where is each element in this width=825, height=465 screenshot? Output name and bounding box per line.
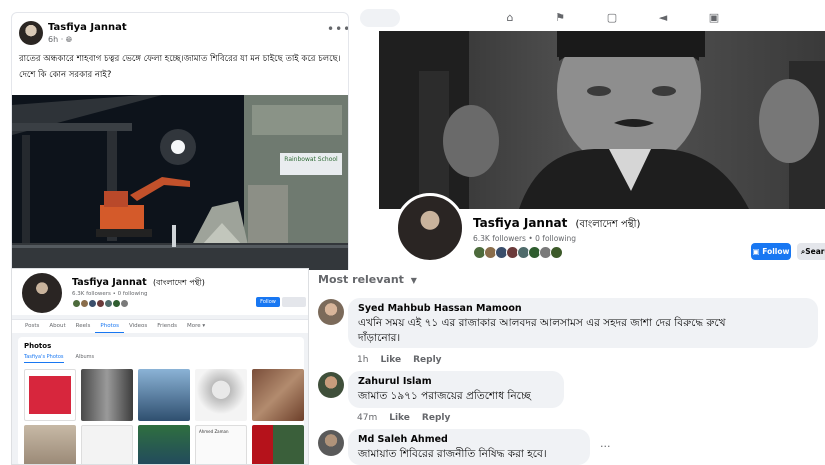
comment-text: দাঁড়ানোর। bbox=[358, 332, 401, 344]
photo-sign-text: Rainbowat School bbox=[284, 156, 338, 163]
follow-label: Follow bbox=[762, 247, 790, 256]
globe-icon: 🌐︎ bbox=[65, 35, 73, 44]
tab-friends[interactable]: Friends bbox=[152, 320, 182, 333]
follower-avatar[interactable] bbox=[550, 246, 563, 259]
photo-thumbnail[interactable] bbox=[252, 425, 304, 464]
follower-stats[interactable]: 6.3K followers • 0 following bbox=[72, 291, 148, 297]
follower-avatar[interactable] bbox=[120, 299, 129, 308]
photo-thumbnail[interactable] bbox=[138, 369, 190, 421]
follower-avatars[interactable] bbox=[473, 246, 563, 260]
follow-button[interactable]: ▣ Follow bbox=[751, 243, 791, 260]
profile-name-text: Tasfiya Jannat bbox=[72, 277, 147, 288]
gaming-icon[interactable]: ▣ bbox=[706, 10, 722, 26]
comment-author[interactable]: Syed Mahbub Hassan Mamoon bbox=[358, 303, 808, 314]
post-photo[interactable]: Rainbowat School bbox=[12, 95, 348, 277]
profile-tabs: Posts About Reels Photos Videos Friends … bbox=[12, 319, 308, 333]
comments-panel: Most relevant ▼ Syed Mahbub Hassan Mamoo… bbox=[309, 270, 825, 465]
night-demolition-scene: Rainbowat School bbox=[12, 95, 348, 277]
comment-time[interactable]: 47m bbox=[357, 413, 377, 423]
follower-avatars[interactable] bbox=[72, 299, 129, 308]
flag-icon[interactable]: ⚑ bbox=[552, 10, 568, 26]
post-card: Tasfiya Jannat 6h · 🌐︎ ••• রাতের অন্ধকার… bbox=[11, 12, 349, 278]
marketplace-icon[interactable]: ▢ bbox=[604, 10, 620, 26]
commenter-avatar[interactable] bbox=[318, 372, 344, 398]
follower-stats[interactable]: 6.3K followers • 0 following bbox=[473, 234, 576, 243]
search-button[interactable]: ⌕Search bbox=[797, 243, 825, 260]
profile-name-suffix: (বাংলাদেশ পন্থী) bbox=[575, 219, 641, 230]
follow-icon: ▣ bbox=[752, 247, 763, 256]
post-timestamp[interactable]: 6h · 🌐︎ bbox=[48, 35, 72, 45]
comment-bubble: Syed Mahbub Hassan Mamoon এখনি সময় এই ৭… bbox=[348, 298, 818, 348]
top-navigation-bar: ⌂ ⚑ ▢ ◄ ▣ bbox=[352, 5, 825, 31]
photo-thumbnail[interactable] bbox=[195, 369, 247, 421]
more-horizontal-icon[interactable]: ··· bbox=[600, 440, 611, 453]
photo-thumbnail[interactable]: Ahmed Zaman bbox=[195, 425, 247, 464]
tab-reels[interactable]: Reels bbox=[71, 320, 96, 333]
search-button[interactable] bbox=[282, 297, 306, 307]
photo-thumbnail[interactable] bbox=[24, 425, 76, 464]
post-author-avatar[interactable] bbox=[19, 21, 43, 45]
comment-actions: 1h Like Reply bbox=[357, 355, 442, 365]
post-author-name[interactable]: Tasfiya Jannat bbox=[48, 22, 127, 33]
home-icon[interactable]: ⌂ bbox=[502, 10, 518, 26]
photos-subtabs: Tasfiya's Photos Albums bbox=[24, 354, 106, 363]
comment-time[interactable]: 1h bbox=[357, 355, 368, 365]
comment-text: এখনি সময় এই ৭১ এর রাজাকার আলবদর আলসামস … bbox=[358, 317, 726, 329]
commenter-avatar[interactable] bbox=[318, 430, 344, 456]
post-text-line: রাতের অন্ধকারে শাহবাগ চত্বর ভেঙ্গে ফেলা … bbox=[19, 54, 341, 64]
profile-name: Tasfiya Jannat (বাংলাদেশ পন্থী) bbox=[473, 216, 640, 234]
comment-actions: 47m Like Reply bbox=[357, 413, 450, 423]
tab-videos[interactable]: Videos bbox=[124, 320, 152, 333]
photos-section: Photos Tasfiya's Photos Albums Ahmed Zam… bbox=[18, 337, 304, 464]
profile-name: Tasfiya Jannat (বাংলাদেশ পন্থী) bbox=[72, 277, 205, 290]
photo-thumbnail[interactable] bbox=[252, 369, 304, 421]
photo-thumbnail[interactable] bbox=[81, 425, 133, 464]
photo-thumbnail[interactable] bbox=[24, 369, 76, 421]
search-label: Search bbox=[805, 247, 825, 256]
comment-bubble: Md Saleh Ahmed জামায়াত শিবিরের রাজনীতি … bbox=[348, 429, 590, 465]
profile-picture[interactable] bbox=[395, 193, 465, 263]
tab-posts[interactable]: Posts bbox=[20, 320, 44, 333]
reply-button[interactable]: Reply bbox=[413, 355, 441, 365]
compact-profile-header: Tasfiya Jannat (বাংলাদেশ পন্থী) 6.3K fol… bbox=[12, 269, 308, 315]
comment-author[interactable]: Md Saleh Ahmed bbox=[358, 434, 580, 445]
tab-about[interactable]: About bbox=[44, 320, 70, 333]
like-button[interactable]: Like bbox=[380, 355, 401, 365]
post-text-line: দেশে কি কোন সরকার নাই? bbox=[19, 70, 112, 80]
megaphone-icon[interactable]: ◄ bbox=[655, 10, 671, 26]
profile-photos-panel: Tasfiya Jannat (বাংলাদেশ পন্থী) 6.3K fol… bbox=[11, 268, 309, 465]
post-text: রাতের অন্ধকারে শাহবাগ চত্বর ভেঙ্গে ফেলা … bbox=[19, 53, 345, 82]
follow-button[interactable]: Follow bbox=[256, 297, 280, 307]
post-time[interactable]: 6h · bbox=[48, 35, 66, 44]
photos-section-title: Photos bbox=[24, 342, 52, 350]
chevron-down-icon: ▼ bbox=[410, 276, 417, 285]
profile-name-suffix: (বাংলাদেশ পন্থী) bbox=[153, 278, 205, 287]
tab-albums[interactable]: Albums bbox=[76, 354, 95, 363]
tab-your-photos[interactable]: Tasfiya's Photos bbox=[24, 354, 64, 363]
search-input[interactable] bbox=[360, 9, 400, 27]
cover-photo[interactable] bbox=[379, 31, 825, 209]
comment-text: জামায়াত শিবিরের রাজনীতি নিষিদ্ধ করা হবে… bbox=[358, 448, 547, 460]
photo-thumbnail[interactable] bbox=[81, 369, 133, 421]
thumbnail-caption: Ahmed Zaman bbox=[199, 429, 229, 434]
photo-thumbnail[interactable] bbox=[138, 425, 190, 464]
tab-photos[interactable]: Photos bbox=[95, 320, 124, 333]
cover-portrait-image bbox=[379, 31, 825, 209]
comment-bubble: Zahurul Islam জামাত ১৯৭১ পরাজয়ের প্রতিশ… bbox=[348, 371, 564, 408]
reply-button[interactable]: Reply bbox=[422, 413, 450, 423]
profile-name-text: Tasfiya Jannat bbox=[473, 216, 568, 230]
comment-author[interactable]: Zahurul Islam bbox=[358, 376, 554, 387]
tab-more[interactable]: More ▾ bbox=[182, 320, 210, 333]
more-horizontal-icon[interactable]: ••• bbox=[327, 22, 348, 36]
profile-picture[interactable] bbox=[20, 271, 64, 315]
comment-sort-label: Most relevant bbox=[318, 273, 404, 286]
like-button[interactable]: Like bbox=[389, 413, 410, 423]
comment-sort-dropdown[interactable]: Most relevant ▼ bbox=[318, 273, 417, 286]
comment-text: জামাত ১৯৭১ পরাজয়ের প্রতিশোধ নিচ্ছে bbox=[358, 390, 531, 402]
commenter-avatar[interactable] bbox=[318, 299, 344, 325]
profile-header-panel: ⌂ ⚑ ▢ ◄ ▣ Tasfiya Jannat (বাংলাদেশ পন্থী… bbox=[352, 5, 825, 275]
